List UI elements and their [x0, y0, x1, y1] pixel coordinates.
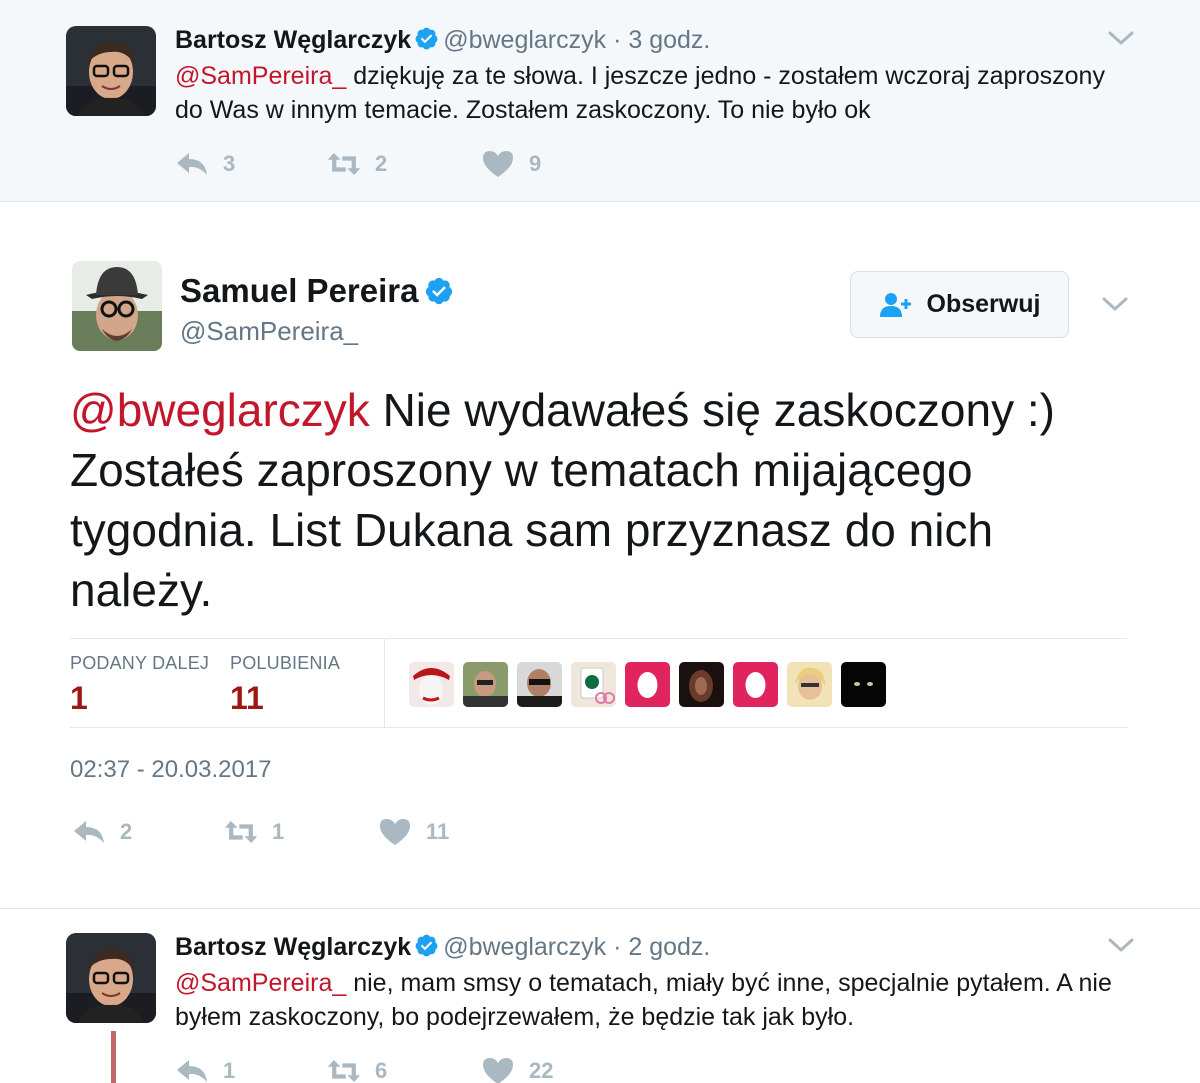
main-tweet-text: @bweglarczyk Nie wydawałeś się zaskoczon… — [70, 380, 1130, 620]
reply-button[interactable]: 1 — [175, 1053, 235, 1083]
retweets-stat[interactable]: PODANY DALEJ 1 — [70, 653, 209, 717]
liker-avatar[interactable] — [517, 662, 562, 707]
like-count: 9 — [529, 151, 542, 176]
like-count: 22 — [529, 1058, 554, 1083]
retweet-button[interactable]: 6 — [327, 1053, 387, 1083]
liker-avatar[interactable] — [679, 662, 724, 707]
thread-line — [111, 1031, 116, 1083]
tweet-actions: 3 2 9 — [175, 146, 675, 182]
heart-icon — [483, 151, 513, 177]
follow-button-label: Obserwuj — [926, 290, 1041, 318]
main-author-handle[interactable]: @SamPereira_ — [180, 316, 358, 347]
retweet-icon — [224, 820, 258, 844]
reply-icon — [177, 1060, 207, 1082]
tweet-bottom[interactable]: Bartosz Węglarczyk @bweglarczyk · 2 godz.… — [0, 908, 1200, 1083]
likes-stat[interactable]: POLUBIENIA 11 — [230, 653, 340, 717]
tweet-time[interactable]: 2 godz. — [628, 933, 710, 961]
tweet-time[interactable]: 3 godz. — [628, 26, 710, 54]
reply-button[interactable]: 2 — [72, 814, 132, 850]
author-name[interactable]: Bartosz Węglarczyk — [175, 933, 411, 961]
retweet-button[interactable]: 1 — [224, 814, 284, 850]
liker-avatar[interactable] — [841, 662, 886, 707]
tweet-actions: 1 6 22 — [175, 1053, 675, 1083]
likes-stat-value: 11 — [230, 680, 264, 716]
chevron-down-icon[interactable] — [1108, 937, 1134, 953]
reply-icon — [74, 821, 104, 843]
tweet-timestamp[interactable]: 02:37 - 20.03.2017 — [70, 756, 272, 784]
reply-count: 1 — [223, 1058, 236, 1083]
liker-avatar[interactable] — [571, 662, 616, 707]
verified-badge-icon — [426, 277, 453, 305]
like-count: 11 — [426, 819, 450, 844]
liker-avatar[interactable] — [409, 662, 454, 707]
heart-icon — [483, 1058, 513, 1083]
retweet-button[interactable]: 2 — [327, 146, 387, 182]
reply-count: 3 — [223, 151, 236, 176]
author-handle[interactable]: @bweglarczyk — [443, 933, 606, 961]
follow-user-icon — [879, 292, 911, 317]
liker-avatar[interactable] — [787, 662, 832, 707]
author-handle[interactable]: @bweglarczyk — [443, 26, 606, 54]
separator-dot: · — [613, 933, 622, 961]
liker-avatar[interactable] — [625, 662, 670, 707]
reply-button[interactable]: 3 — [175, 146, 235, 182]
chevron-down-icon[interactable] — [1108, 30, 1134, 46]
like-button[interactable]: 9 — [481, 146, 541, 182]
retweet-icon — [327, 1059, 361, 1083]
tweet-top[interactable]: Bartosz Węglarczyk @bweglarczyk · 3 godz.… — [0, 0, 1200, 202]
tweet-header: Bartosz Węglarczyk @bweglarczyk · 2 godz. — [175, 932, 710, 962]
main-author-name-text[interactable]: Samuel Pereira — [180, 272, 418, 309]
main-author-name[interactable]: Samuel Pereira — [180, 272, 458, 310]
tweet-stats: PODANY DALEJ 1 POLUBIENIA 11 — [70, 638, 1127, 728]
avatar-bartosz[interactable] — [66, 26, 156, 116]
reply-count: 2 — [120, 819, 133, 844]
tweet-text: @SamPereira_ nie, mam smsy o tematach, m… — [175, 966, 1135, 1034]
retweet-count: 1 — [272, 819, 285, 844]
likes-stat-label: POLUBIENIA — [230, 653, 341, 673]
mention-link[interactable]: @SamPereira_ — [175, 969, 346, 997]
mention-link[interactable]: @bweglarczyk — [70, 384, 370, 436]
main-tweet-actions: 2 1 11 — [72, 814, 572, 850]
verified-badge-icon — [415, 934, 438, 957]
follow-button[interactable]: Obserwuj — [850, 271, 1069, 338]
avatar-bartosz[interactable] — [66, 933, 156, 1023]
tweet-header: Bartosz Węglarczyk @bweglarczyk · 3 godz. — [175, 25, 710, 55]
mention-link[interactable]: @SamPereira_ — [175, 62, 346, 90]
like-button[interactable]: 22 — [481, 1053, 553, 1083]
chevron-down-icon[interactable] — [1102, 296, 1128, 312]
retweet-count: 2 — [375, 151, 388, 176]
avatar-samuel[interactable] — [72, 261, 162, 351]
likers-avatars — [409, 662, 886, 707]
retweet-icon — [327, 152, 361, 176]
liker-avatar[interactable] — [733, 662, 778, 707]
liker-avatar[interactable] — [463, 662, 508, 707]
tweet-text: @SamPereira_ dziękuję za te słowa. I jes… — [175, 59, 1135, 127]
retweets-stat-label: PODANY DALEJ — [70, 653, 210, 673]
retweet-count: 6 — [375, 1058, 388, 1083]
reply-icon — [177, 153, 207, 175]
heart-icon — [380, 819, 410, 845]
verified-badge-icon — [415, 27, 438, 50]
stats-divider — [384, 639, 385, 727]
separator-dot: · — [613, 26, 622, 54]
retweets-stat-value: 1 — [70, 680, 88, 716]
author-name[interactable]: Bartosz Węglarczyk — [175, 26, 411, 54]
like-button[interactable]: 11 — [378, 814, 449, 850]
